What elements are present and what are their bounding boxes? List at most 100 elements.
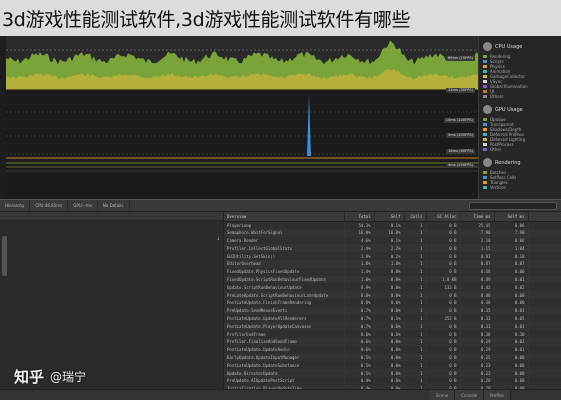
row-value-cell: 0 B [426, 322, 461, 331]
tab-scene[interactable]: Scene [430, 390, 456, 400]
row-empty-cell [528, 244, 561, 253]
hierarchy-panel: ↓ Overview Total Self Calls GC Alloc Time ms S… [0, 212, 561, 389]
row-value-cell: 0.30 [460, 330, 495, 338]
column-header[interactable]: Total [344, 212, 375, 222]
table-row[interactable]: PostLateUpdate.UpdateAllRenderers 0.7% 0.1… [224, 314, 561, 323]
column-header[interactable]: Self ms [494, 212, 529, 222]
timeline-label-2: 33ms (30FPS) [446, 88, 475, 93]
row-value-cell: 1 [404, 306, 427, 315]
row-value-cell: 252 B [426, 314, 461, 323]
row-name-cell: PostLateUpdate.UpdateAllRenderers [224, 314, 345, 323]
row-empty-cell [528, 291, 561, 299]
row-value-cell: 16.8% [344, 228, 375, 237]
row-value-cell: 0.00 [494, 353, 529, 362]
table-row[interactable]: PlayerLoop 54.3% 0.1% 1 0 B 25.45 0.06 [224, 221, 561, 229]
column-header[interactable]: Time ms [460, 212, 495, 222]
column-header[interactable] [528, 212, 561, 222]
row-name-cell: PostLateUpdate.PlayerUpdateCanvases [224, 322, 345, 331]
row-value-cell: 0.0% [374, 267, 405, 276]
row-value-cell: 0.5% [344, 361, 375, 370]
row-value-cell: 2.4% [344, 244, 375, 253]
row-value-cell: 1.4% [344, 267, 375, 276]
table-row[interactable]: ProfilerEndFrame 0.6% 0.6% 1 0 B 0.30 0.30 [224, 330, 561, 338]
row-empty-cell [528, 228, 561, 237]
row-value-cell: 7.90 [460, 228, 495, 237]
row-value-cell: 0.2% [374, 252, 405, 260]
gpu-module-icon [483, 105, 492, 114]
legend-label: Vertices [490, 185, 506, 190]
table-row[interactable]: Update.ScriptRunBehaviourUpdate 0.9% 0.0% 1… [224, 283, 561, 292]
view-mode-dropdown[interactable]: Hierarchy [0, 200, 31, 211]
tab-profiler[interactable]: Profiler [484, 390, 512, 400]
table-row[interactable]: Semaphore.WaitForSignal 16.8% 16.8% 1 0 B 7.9… [224, 228, 561, 237]
table-row[interactable]: PostLateUpdate.UpdateSubstance 0.5% 0.0% 1 0… [224, 361, 561, 370]
gpu-legend-header[interactable]: GPU Usage [483, 105, 557, 114]
legend-swatch [483, 143, 487, 146]
row-value-cell: 0.00 [494, 298, 529, 307]
page-title: 3d游戏性能测试软件,3d游戏性能测试软件有哪些 [2, 8, 411, 31]
row-name-cell: Semaphore.WaitForSignal [224, 228, 345, 237]
table-row[interactable]: Update.DirectorUpdate 0.5% 0.0% 1 0 B 0.22 0.0… [224, 369, 561, 377]
row-value-cell: 0.7% [344, 322, 375, 331]
table-row[interactable]: PreUpdate.SendMouseEvents 0.7% 0.0% 1 0 B 0.3… [224, 306, 561, 315]
table-row[interactable]: FixedUpdate.PhysicsFixedUpdate 1.4% 0.0% 1 0… [224, 267, 561, 276]
row-value-cell: 0 B [426, 291, 461, 299]
column-header[interactable]: Overview [224, 212, 345, 222]
row-value-cell: 1 [404, 322, 427, 331]
table-row[interactable]: PostLateUpdate.PlayerUpdateCanvases 0.7% 0… [224, 322, 561, 331]
rendering-legend-item[interactable]: Vertices [483, 185, 557, 190]
row-value-cell: 4.6% [344, 236, 375, 245]
table-row[interactable]: PostLateUpdate.FinishFrameRendering 0.8% 0… [224, 298, 561, 307]
column-header[interactable]: Calls [404, 212, 427, 222]
row-value-cell: 1 [404, 283, 427, 292]
row-empty-cell [528, 345, 561, 354]
profiler-toolbar: Hierarchy CPU:46.85ms GPU:--ms No Detail… [0, 199, 561, 212]
table-row[interactable]: EditorOverhead 1.8% 1.8% 1 0 B 0.87 0.87 [224, 259, 561, 268]
table-row[interactable]: FixedUpdate.ScriptRunBehaviourFixedUpdat… [224, 275, 561, 284]
row-value-cell: 0 B [426, 330, 461, 338]
details-dropdown[interactable]: No Details [98, 200, 130, 211]
table-row[interactable]: PreUpdate.AIUpdatePostScript 0.4% 0.0% 1 0 B… [224, 376, 561, 385]
row-value-cell: 0 B [426, 306, 461, 315]
row-value-cell: 0.8% [344, 298, 375, 307]
row-value-cell: 0.0% [374, 291, 405, 299]
row-name-cell: PlayerLoop [224, 221, 345, 229]
legend-swatch [483, 85, 487, 88]
legend-label: Global Illumination [490, 84, 528, 89]
cpu-legend-header[interactable]: CPU Usage [483, 42, 557, 51]
column-header[interactable]: GC Alloc [426, 212, 461, 222]
gpu-legend-item[interactable]: Other [483, 147, 557, 152]
cpu-legend-item[interactable]: Others [483, 94, 557, 99]
gpu-legend-title: GPU Usage [495, 106, 523, 113]
row-value-cell: 1.0% [344, 275, 375, 284]
table-row[interactable]: PreLateUpdate.ScriptRunBehaviourLateUpda… [224, 291, 561, 299]
cpu-legend-title: CPU Usage [495, 43, 523, 50]
table-row[interactable]: PostLateUpdate.UpdateAudio 0.6% 0.0% 1 0 B 0.… [224, 345, 561, 354]
column-header[interactable]: Self [374, 212, 405, 222]
row-value-cell: 1.9% [344, 252, 375, 260]
table-row[interactable]: Camera.Render 4.6% 0.1% 1 0 B 2.18 0.06 [224, 236, 561, 245]
bottom-tab-bar: Scene Console Profiler [0, 389, 561, 400]
table-row[interactable]: Profiler.CollectGlobalStats 2.4% 2.2% 1 0 B1… [224, 244, 561, 253]
row-value-cell: 1.8% [374, 259, 405, 268]
details-scrollbar[interactable] [2, 236, 7, 276]
tab-console[interactable]: Console [455, 390, 485, 400]
row-value-cell: 0.40 [460, 291, 495, 299]
row-value-cell: 0.8% [344, 291, 375, 299]
row-value-cell: 0.0% [374, 369, 405, 377]
legend-swatch [483, 80, 487, 83]
search-input[interactable] [469, 201, 557, 210]
row-value-cell: 0.0% [374, 298, 405, 307]
row-value-cell: 1 [404, 259, 427, 268]
row-value-cell: 0 B [426, 221, 461, 229]
row-value-cell: 1 [404, 337, 427, 346]
row-name-cell: FixedUpdate.PhysicsFixedUpdate [224, 267, 345, 276]
row-value-cell: 0.0% [374, 322, 405, 331]
legend-swatch [483, 90, 487, 93]
table-row[interactable]: Profiler.FinalizeAndSendFrame 0.6% 0.0% 1 0 … [224, 337, 561, 346]
cpu-timeline-chart[interactable] [6, 36, 478, 199]
row-empty-cell [528, 361, 561, 370]
table-row[interactable]: EarlyUpdate.UpdateInputManager 0.5% 0.0% 1 0… [224, 353, 561, 362]
rendering-legend-header[interactable]: Rendering [483, 158, 557, 167]
table-row[interactable]: GUIUtility.SetSkin() 1.9% 0.2% 1 0 B 0.91 0.10 [224, 252, 561, 260]
